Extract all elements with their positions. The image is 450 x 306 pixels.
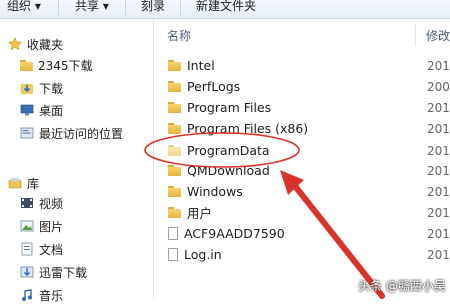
nav-label: 下载 bbox=[39, 81, 64, 96]
share-menu[interactable]: 共享 ▾ bbox=[75, 0, 109, 18]
documents-library-icon bbox=[21, 242, 33, 256]
file-row[interactable]: QMDownload bbox=[168, 160, 270, 181]
column-divider[interactable] bbox=[415, 24, 416, 46]
modified-date: 2018 bbox=[427, 101, 450, 115]
file-name: Program Files (x86) bbox=[187, 121, 309, 136]
folder-icon bbox=[168, 165, 181, 176]
pictures-library-icon bbox=[20, 220, 34, 232]
download-folder-icon bbox=[21, 84, 33, 94]
nav-label: 2345下载 bbox=[38, 58, 93, 73]
file-row[interactable]: Program Files bbox=[168, 97, 271, 118]
star-icon bbox=[8, 37, 22, 51]
file-row[interactable]: 用户 bbox=[168, 202, 212, 223]
modified-date: 2009 bbox=[427, 80, 450, 94]
column-header-modified[interactable]: 修改 bbox=[426, 27, 450, 44]
nav-label: 文档 bbox=[39, 242, 64, 257]
nav-item-desktop[interactable]: 桌面 bbox=[20, 99, 63, 121]
file-name: Program Files bbox=[187, 100, 272, 115]
pane-splitter[interactable] bbox=[153, 19, 154, 300]
nav-label: 库 bbox=[27, 176, 40, 191]
nav-label: 桌面 bbox=[39, 103, 64, 118]
file-name: QMDownload bbox=[187, 163, 270, 178]
file-row[interactable]: Log.in bbox=[168, 244, 222, 265]
modified-date: 2018 bbox=[427, 59, 450, 73]
file-name: 用户 bbox=[187, 206, 213, 221]
modified-date: 2018 bbox=[427, 185, 450, 199]
file-name: Intel bbox=[187, 58, 215, 73]
file-row[interactable]: PerfLogs bbox=[168, 76, 240, 97]
modified-date: 2018 bbox=[427, 206, 450, 220]
file-name: ACF9AADD7590 bbox=[184, 226, 285, 241]
nav-libraries[interactable]: 库 bbox=[8, 172, 39, 194]
nav-item-2345-downloads[interactable]: 2345下载 bbox=[20, 54, 93, 76]
nav-item-recent-places[interactable]: 最近访问的位置 bbox=[20, 122, 123, 144]
recent-places-icon bbox=[20, 127, 34, 139]
thunder-download-icon bbox=[20, 266, 34, 278]
folder-icon bbox=[168, 60, 181, 71]
nav-label: 最近访问的位置 bbox=[39, 126, 124, 141]
file-name: PerfLogs bbox=[187, 79, 241, 94]
nav-item-downloads[interactable]: 下载 bbox=[20, 77, 63, 99]
burn-button[interactable]: 刻录 bbox=[141, 0, 165, 18]
modified-date: 2018 bbox=[427, 122, 450, 136]
toolbar-divider bbox=[180, 0, 181, 16]
nav-favorites[interactable]: 收藏夹 bbox=[8, 33, 63, 55]
file-row[interactable]: ProgramData bbox=[168, 140, 270, 161]
folder-icon bbox=[168, 207, 181, 218]
modified-date: 2018 bbox=[427, 144, 450, 158]
toolbar-divider bbox=[125, 0, 126, 16]
nav-item-documents[interactable]: 文档 bbox=[20, 238, 63, 260]
nav-label: 图片 bbox=[39, 219, 64, 234]
file-icon bbox=[168, 248, 178, 261]
nav-item-videos[interactable]: 视频 bbox=[20, 192, 63, 214]
nav-item-thunder-downloads[interactable]: 迅雷下载 bbox=[20, 261, 87, 283]
command-bar: 组织 ▾ 共享 ▾ 刻录 新建文件夹 bbox=[0, 0, 450, 19]
folder-icon bbox=[168, 186, 181, 197]
video-library-icon bbox=[21, 198, 33, 208]
file-row[interactable]: Intel bbox=[168, 55, 215, 76]
modified-date: 2018 bbox=[427, 227, 450, 241]
nav-label: 音乐 bbox=[39, 288, 64, 303]
watermark-text: 头条 @赣西小吴 bbox=[358, 279, 446, 293]
library-icon bbox=[8, 178, 22, 189]
desktop-icon bbox=[20, 104, 34, 116]
file-row[interactable]: Program Files (x86) bbox=[168, 118, 308, 139]
file-name: Log.in bbox=[184, 247, 222, 262]
file-icon bbox=[168, 227, 178, 240]
file-name: Windows bbox=[187, 184, 243, 199]
nav-label: 视频 bbox=[39, 196, 64, 211]
column-header-name[interactable]: 名称 bbox=[167, 27, 191, 44]
toolbar-divider bbox=[58, 0, 59, 16]
new-folder-button[interactable]: 新建文件夹 bbox=[196, 0, 256, 18]
folder-icon bbox=[168, 123, 181, 134]
folder-icon bbox=[20, 59, 33, 71]
file-row[interactable]: ACF9AADD7590 bbox=[168, 223, 285, 244]
modified-date: 2018 bbox=[427, 164, 450, 178]
organize-menu[interactable]: 组织 ▾ bbox=[7, 0, 41, 18]
folder-icon bbox=[168, 81, 181, 92]
nav-item-music[interactable]: 音乐 bbox=[20, 284, 63, 306]
nav-label: 收藏夹 bbox=[27, 37, 64, 52]
modified-date: 2018 bbox=[427, 248, 450, 262]
hidden-folder-icon bbox=[168, 145, 181, 156]
file-name: ProgramData bbox=[187, 143, 270, 158]
folder-icon bbox=[168, 102, 181, 113]
file-row[interactable]: Windows bbox=[168, 181, 243, 202]
nav-item-pictures[interactable]: 图片 bbox=[20, 215, 63, 237]
nav-label: 迅雷下载 bbox=[39, 265, 88, 280]
